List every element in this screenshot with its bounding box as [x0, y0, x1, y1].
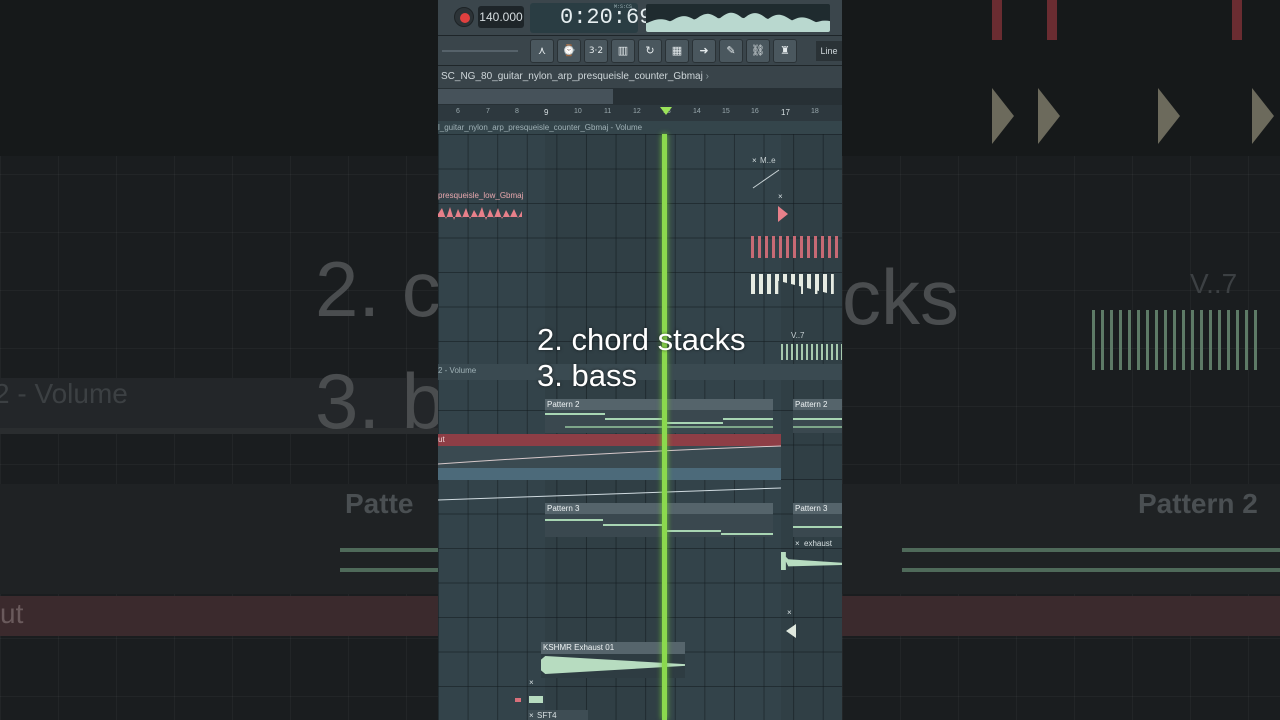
playhead-line [662, 134, 667, 720]
clip-label: Pattern 3 [793, 503, 842, 514]
clip-close-icon[interactable]: × [778, 192, 783, 201]
audio-clip-marker[interactable]: × [776, 192, 788, 224]
timeline-ruler[interactable]: 6 7 8 9 10 11 12 13 14 15 16 17 18 [438, 105, 842, 121]
playlist-area[interactable]: × M..e presqueisle_low_Gbmaj × V..7 2 - … [438, 134, 842, 720]
ruler-bar: 12 [633, 108, 641, 115]
bg-pattern-label: Patte [345, 488, 414, 519]
audio-clip-small-hit[interactable]: × [785, 608, 797, 642]
bg-big-text-2: 3. b [315, 357, 438, 445]
ruler-bar: 9 [544, 108, 549, 117]
record-button[interactable] [454, 7, 474, 27]
pattern-3-clip[interactable]: Pattern 3 [545, 503, 773, 537]
typing-keyboard-icon[interactable]: ▦ [665, 39, 689, 63]
pattern-2-clip[interactable]: Pattern 2 [545, 399, 773, 433]
audio-clip-stabs[interactable] [751, 236, 842, 258]
ruler-bar: 14 [693, 108, 701, 115]
play-arrow-icon[interactable]: ➜ [692, 39, 716, 63]
pattern-2-clip-b[interactable]: Pattern 2 [793, 399, 842, 433]
link-icon[interactable]: ⛓ [746, 39, 770, 63]
clip-label: SFT4 [537, 711, 557, 720]
toolbar: ⋏ ⌚ 3·2 ▥ ↻ ▦ ➜ ✎ ⛓ ♜ Line [438, 36, 842, 66]
time-value: 0:20:69 [560, 5, 653, 30]
snap-icon[interactable]: ⋏ [530, 39, 554, 63]
playlist-overview-scrollbar[interactable] [438, 88, 842, 105]
audio-clip-sft[interactable]: × SFT4 [528, 710, 588, 720]
clip-label: Pattern 3 [545, 503, 773, 514]
clip-close-icon[interactable]: × [529, 678, 534, 687]
transport-bar: 140.000 0:20:69 M:S:CS [438, 0, 842, 36]
screenshot-root: 2. c 3. b 2 - Volume Patte ut cks Patter… [0, 0, 1280, 720]
ruler-bar: 6 [456, 108, 460, 115]
bg-big-text-1: 2. c [315, 245, 438, 333]
time-format-label: M:S:CS [614, 4, 633, 10]
pattern-3-clip-b[interactable]: Pattern 3 [793, 503, 842, 537]
automation-clip-small[interactable]: × M..e [751, 156, 781, 190]
pencil-icon[interactable]: ✎ [719, 39, 743, 63]
clip-label: 2 - Volume [438, 366, 477, 375]
clip-label: V..7 [791, 331, 805, 340]
audio-clip-tiny[interactable]: × [515, 678, 545, 708]
step-icon[interactable]: ▥ [611, 39, 635, 63]
breadcrumb-arrow: › [705, 71, 709, 82]
snap-mode-selector[interactable]: Line [816, 41, 842, 61]
ruler-bar: 11 [604, 108, 612, 115]
ruler-bar: 16 [751, 108, 759, 115]
bg-big-text-3: cks [842, 253, 959, 341]
clip-label: presqueisle_low_Gbmaj [438, 191, 524, 200]
ruler-bar: 15 [722, 108, 730, 115]
caption-line-2: 3. bass [537, 358, 637, 393]
stamp-icon[interactable]: ♜ [773, 39, 797, 63]
audio-clip-dense[interactable]: V..7 [781, 330, 842, 364]
ruler-bar: 8 [515, 108, 519, 115]
automation-clip-red[interactable]: ut [438, 434, 781, 468]
background-right: cks Pattern 2 V..7 [842, 0, 1280, 720]
background-left: 2. c 3. b 2 - Volume Patte ut [0, 0, 438, 720]
waveform-path [646, 12, 830, 32]
automation-lane-title: l_guitar_nylon_arp_presqueisle_counter_G… [438, 121, 842, 134]
ruler-bar: 10 [574, 108, 582, 115]
oscilloscope-display [646, 4, 830, 32]
ruler-bar: 17 [781, 108, 790, 117]
clip-close-icon[interactable]: × [795, 539, 800, 548]
clip-label: Pattern 2 [545, 399, 773, 410]
ruler-bar: 18 [811, 108, 819, 115]
tempo-display[interactable]: 140.000 [478, 6, 524, 28]
playhead-marker[interactable] [660, 107, 672, 115]
video-caption: 2. chord stacks 3. bass [537, 322, 745, 394]
clip-close-icon[interactable]: × [787, 608, 792, 617]
countdown-icon[interactable]: 3·2 [584, 39, 608, 63]
automation-clip-blue[interactable] [438, 468, 781, 502]
clip-close-icon[interactable]: × [529, 711, 534, 720]
clip-label: exhaust [804, 539, 833, 548]
metronome-icon[interactable]: ⌚ [557, 39, 581, 63]
bg-v-label: V..7 [1190, 268, 1238, 299]
caption-line-1: 2. chord stacks [537, 322, 746, 357]
bg-volume-label: 2 - Volume [0, 378, 128, 409]
ruler-bar: 7 [486, 108, 490, 115]
overview-viewport-handle[interactable] [438, 89, 613, 104]
master-pitch-slider[interactable] [442, 50, 518, 52]
audio-clip-exhaust[interactable]: × exhaust [781, 538, 842, 572]
oscilloscope-waveform [646, 12, 830, 32]
time-display[interactable]: 0:20:69 M:S:CS [530, 3, 652, 33]
breadcrumb[interactable]: SC_NG_80_guitar_nylon_arp_presqueisle_co… [438, 66, 842, 88]
loop-record-icon[interactable]: ↻ [638, 39, 662, 63]
breadcrumb-path: SC_NG_80_guitar_nylon_arp_presqueisle_co… [441, 71, 703, 82]
audio-clip-presqueisle[interactable]: presqueisle_low_Gbmaj [438, 190, 524, 224]
clip-label: Pattern 2 [793, 399, 842, 410]
bg-ut-label: ut [0, 598, 24, 629]
bg-pattern-label-right: Pattern 2 [1138, 488, 1258, 519]
